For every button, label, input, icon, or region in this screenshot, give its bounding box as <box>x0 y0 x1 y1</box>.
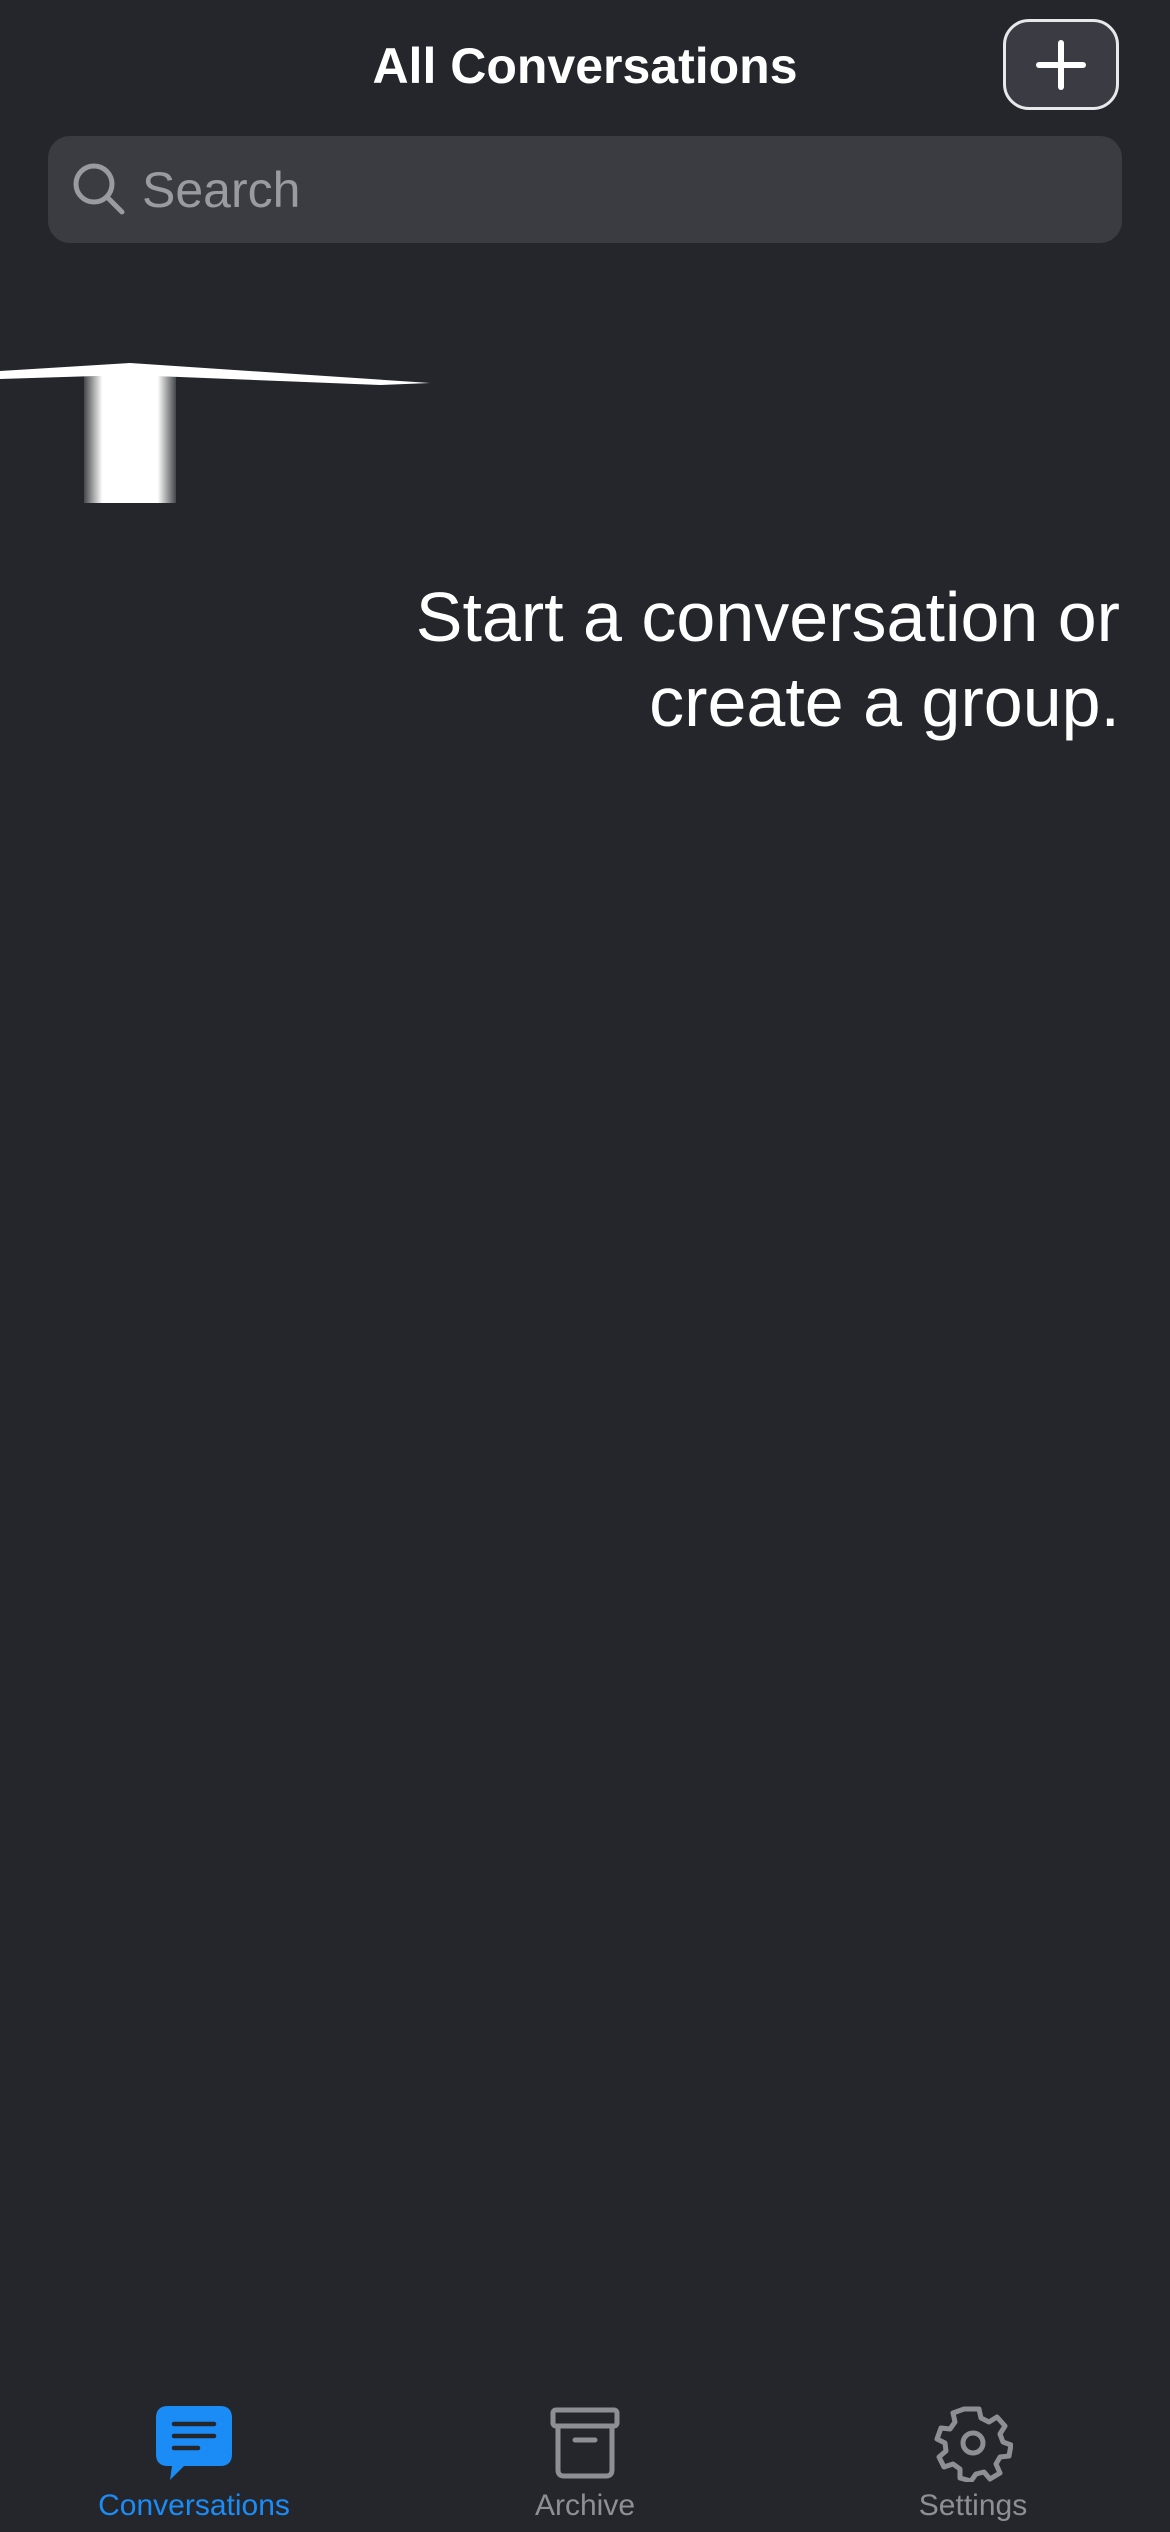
conversations-screen: All Conversations Start a conversa <box>0 0 1170 2532</box>
empty-state-message: Start a conversation or create a group. <box>300 575 1120 745</box>
empty-state-line-2: create a group. <box>649 663 1120 741</box>
tab-bar: Conversations Archive Settings <box>0 2380 1170 2532</box>
tab-conversations[interactable]: Conversations <box>44 2380 344 2532</box>
tab-label-archive: Archive <box>534 2489 636 2522</box>
pointer-graphic <box>0 363 430 503</box>
plus-icon <box>1036 39 1086 90</box>
archive-box-icon <box>550 2407 620 2479</box>
tab-label-settings: Settings <box>918 2489 1028 2522</box>
search-bar[interactable] <box>48 136 1122 243</box>
search-input[interactable] <box>94 136 1054 243</box>
gear-icon <box>934 2406 1013 2482</box>
tab-label-conversations: Conversations <box>98 2489 290 2522</box>
new-conversation-button[interactable] <box>1003 19 1119 110</box>
page-title: All Conversations <box>372 38 798 94</box>
tab-archive[interactable]: Archive <box>435 2380 735 2532</box>
navigation-bar: All Conversations <box>0 0 1170 130</box>
tab-settings[interactable]: Settings <box>823 2380 1123 2532</box>
chat-bubble-icon <box>156 2406 232 2480</box>
empty-state-line-1: Start a conversation or <box>415 578 1120 656</box>
